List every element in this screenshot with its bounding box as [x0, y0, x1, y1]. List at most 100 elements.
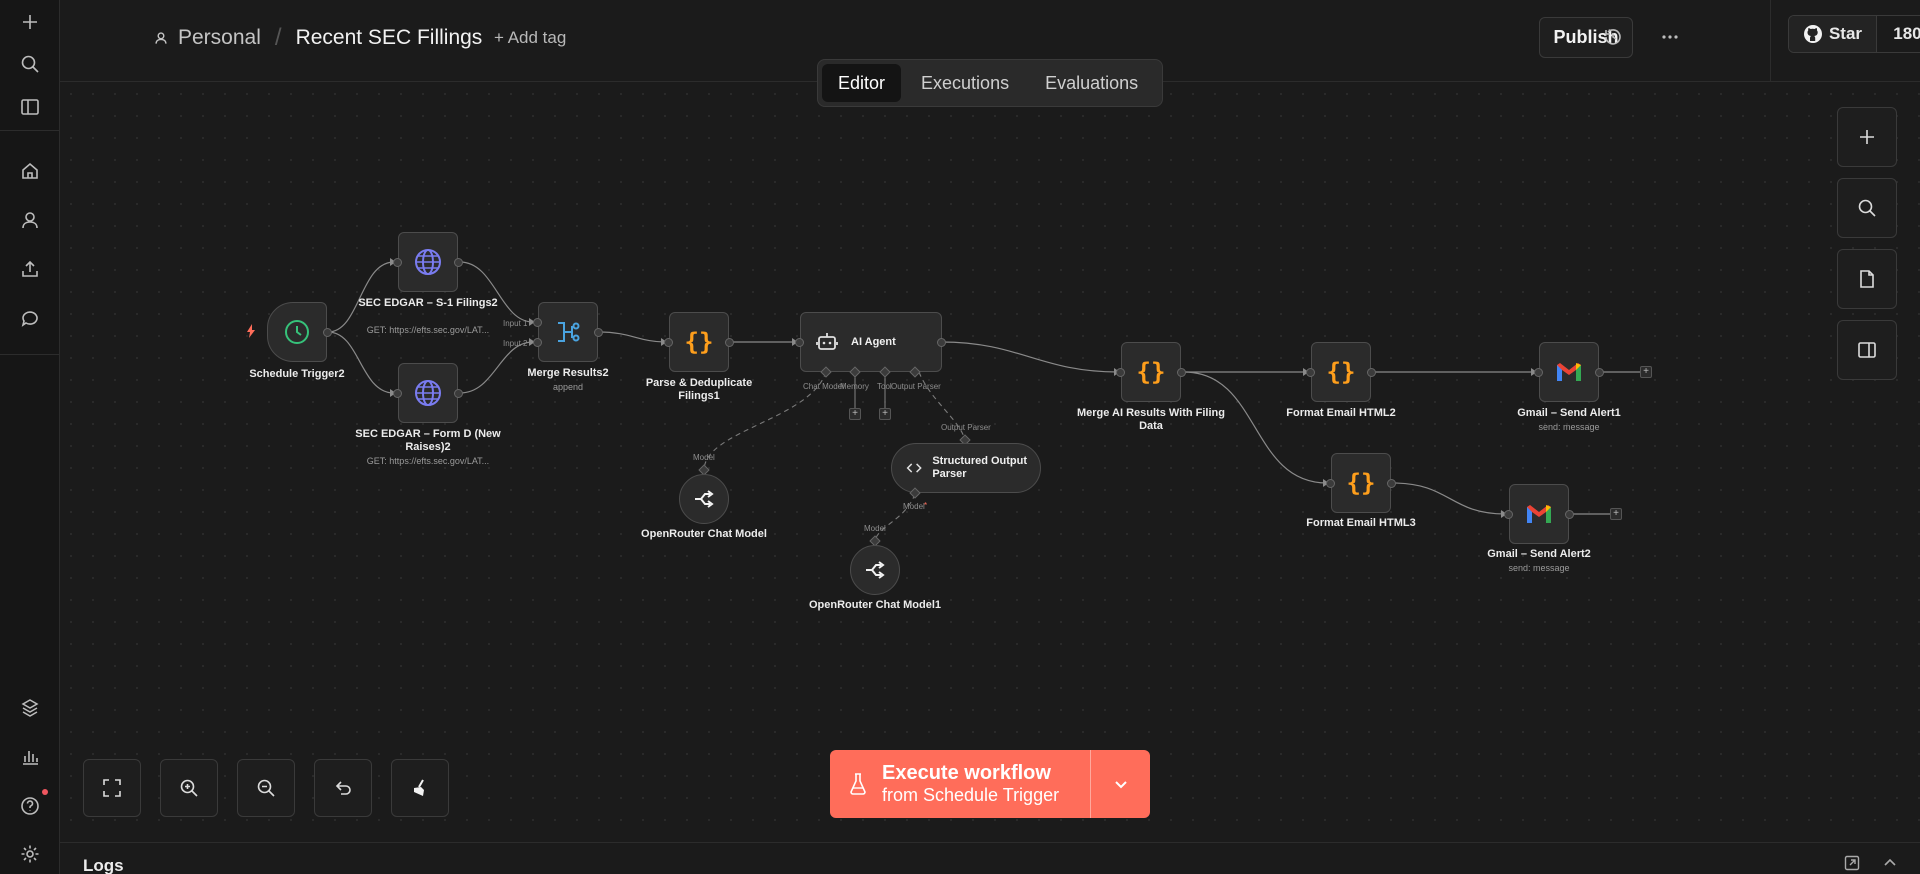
node-label: Format Email HTML2 — [1286, 407, 1396, 419]
output-port[interactable] — [1565, 510, 1574, 519]
gmail-icon — [1527, 505, 1551, 523]
port-label: Chat Model — [803, 382, 844, 391]
code-braces-icon: {} — [684, 328, 714, 356]
output-port[interactable] — [594, 328, 603, 337]
add-memory-button[interactable]: + — [849, 408, 861, 420]
input-port[interactable] — [393, 258, 402, 267]
history-icon[interactable] — [1600, 24, 1626, 50]
share-icon[interactable] — [18, 257, 42, 281]
output-port[interactable] — [1367, 368, 1376, 377]
port-label: Model — [903, 502, 925, 511]
node-schedule-trigger[interactable] — [267, 302, 327, 362]
zoom-in-button[interactable] — [160, 759, 218, 817]
logs-panel[interactable]: Logs — [60, 842, 1920, 874]
gmail-icon — [1557, 363, 1581, 381]
tab-editor[interactable]: Editor — [822, 64, 902, 102]
output-port[interactable] — [323, 328, 332, 337]
workflow-title[interactable]: Recent SEC Fillings — [296, 26, 483, 50]
plus-icon — [1860, 130, 1874, 144]
search-icon[interactable] — [18, 52, 42, 76]
node-gmail-send-alert1[interactable] — [1539, 342, 1599, 402]
chevron-up-icon[interactable] — [1882, 855, 1898, 874]
node-merge-results[interactable] — [538, 302, 598, 362]
node-gmail-send-alert2[interactable] — [1509, 484, 1569, 544]
node-merge-ai-results[interactable]: {} — [1121, 342, 1181, 402]
add-icon[interactable] — [18, 10, 42, 34]
input-port[interactable] — [393, 389, 402, 398]
node-openrouter-chat-model[interactable] — [679, 474, 729, 524]
add-node-button[interactable]: + — [1640, 366, 1652, 378]
github-star-label: Star — [1828, 24, 1863, 43]
home-icon[interactable] — [18, 159, 42, 183]
trigger-bolt-icon — [246, 324, 256, 338]
toggle-panel-button[interactable] — [1837, 320, 1897, 380]
execute-main[interactable]: Execute workflow from Schedule Trigger — [830, 750, 1091, 818]
panel-icon — [1858, 342, 1876, 358]
github-star-widget[interactable]: Star 180,470 — [1788, 15, 1920, 53]
tab-executions[interactable]: Executions — [905, 64, 1025, 102]
panel-toggle-icon[interactable] — [18, 95, 42, 119]
input-port[interactable] — [795, 338, 804, 347]
node-label: Parse & Deduplicate Filings1 — [645, 377, 753, 403]
port-label: Model — [693, 453, 715, 462]
node-label: SEC EDGAR – Form D (New Raises)2 — [355, 428, 501, 454]
execute-sublabel: from Schedule Trigger — [882, 785, 1060, 805]
add-tool-button[interactable]: + — [879, 408, 891, 420]
execute-dropdown-button[interactable] — [1091, 750, 1150, 818]
more-options-icon[interactable] — [1657, 24, 1683, 50]
add-tag-button[interactable]: + Add tag — [494, 28, 566, 48]
input-port[interactable] — [1116, 368, 1125, 377]
templates-icon[interactable] — [18, 696, 42, 720]
input-port[interactable] — [664, 338, 673, 347]
input-port[interactable] — [1504, 510, 1513, 519]
add-node-button[interactable]: + — [1610, 508, 1622, 520]
node-subtitle: send: message — [1538, 422, 1600, 432]
output-port[interactable] — [1387, 479, 1396, 488]
output-port[interactable] — [1595, 368, 1604, 377]
node-format-email-html3[interactable]: {} — [1331, 453, 1391, 513]
input-port[interactable] — [533, 338, 542, 347]
undo-button[interactable] — [314, 759, 372, 817]
tidy-up-button[interactable] — [391, 759, 449, 817]
output-port[interactable] — [725, 338, 734, 347]
rail-divider — [0, 354, 59, 355]
undo-icon — [335, 781, 351, 795]
broom-icon — [414, 779, 424, 796]
openrouter-icon — [866, 561, 885, 579]
zoom-out-button[interactable] — [237, 759, 295, 817]
node-title: Structured Output Parser — [932, 455, 1028, 480]
output-port[interactable] — [454, 258, 463, 267]
node-openrouter-chat-model1[interactable] — [850, 545, 900, 595]
output-port[interactable] — [454, 389, 463, 398]
add-node-panel-button[interactable] — [1837, 107, 1897, 167]
code-braces-icon: {} — [1136, 358, 1166, 386]
node-sec-edgar-formd[interactable] — [398, 363, 458, 423]
node-format-email-html2[interactable]: {} — [1311, 342, 1371, 402]
openrouter-icon — [695, 490, 714, 508]
input-port[interactable] — [533, 318, 542, 327]
output-port[interactable] — [1177, 368, 1186, 377]
port-label: Tool — [877, 382, 892, 391]
sticky-note-button[interactable] — [1837, 249, 1897, 309]
input-port[interactable] — [1306, 368, 1315, 377]
input-port[interactable] — [1326, 479, 1335, 488]
node-parse-deduplicate[interactable]: {} — [669, 312, 729, 372]
search-nodes-button[interactable] — [1837, 178, 1897, 238]
settings-gear-icon[interactable] — [18, 842, 42, 866]
input-port[interactable] — [1534, 368, 1543, 377]
insights-icon[interactable] — [18, 745, 42, 769]
chat-icon[interactable] — [18, 306, 42, 330]
pop-out-icon[interactable] — [1844, 855, 1860, 874]
node-structured-output-parser[interactable]: Structured Output Parser — [891, 443, 1041, 493]
github-star-button[interactable]: Star — [1789, 16, 1877, 52]
fit-view-button[interactable] — [83, 759, 141, 817]
execute-workflow-button[interactable]: Execute workflow from Schedule Trigger — [830, 750, 1150, 818]
node-ai-agent[interactable]: AI Agent — [800, 312, 942, 372]
project-link[interactable]: Personal — [178, 26, 261, 50]
tab-evaluations[interactable]: Evaluations — [1029, 64, 1154, 102]
port-label: Input 2 — [503, 339, 528, 348]
node-sec-edgar-s1[interactable] — [398, 232, 458, 292]
help-icon[interactable] — [18, 794, 42, 818]
output-port[interactable] — [937, 338, 946, 347]
user-icon[interactable] — [18, 208, 42, 232]
